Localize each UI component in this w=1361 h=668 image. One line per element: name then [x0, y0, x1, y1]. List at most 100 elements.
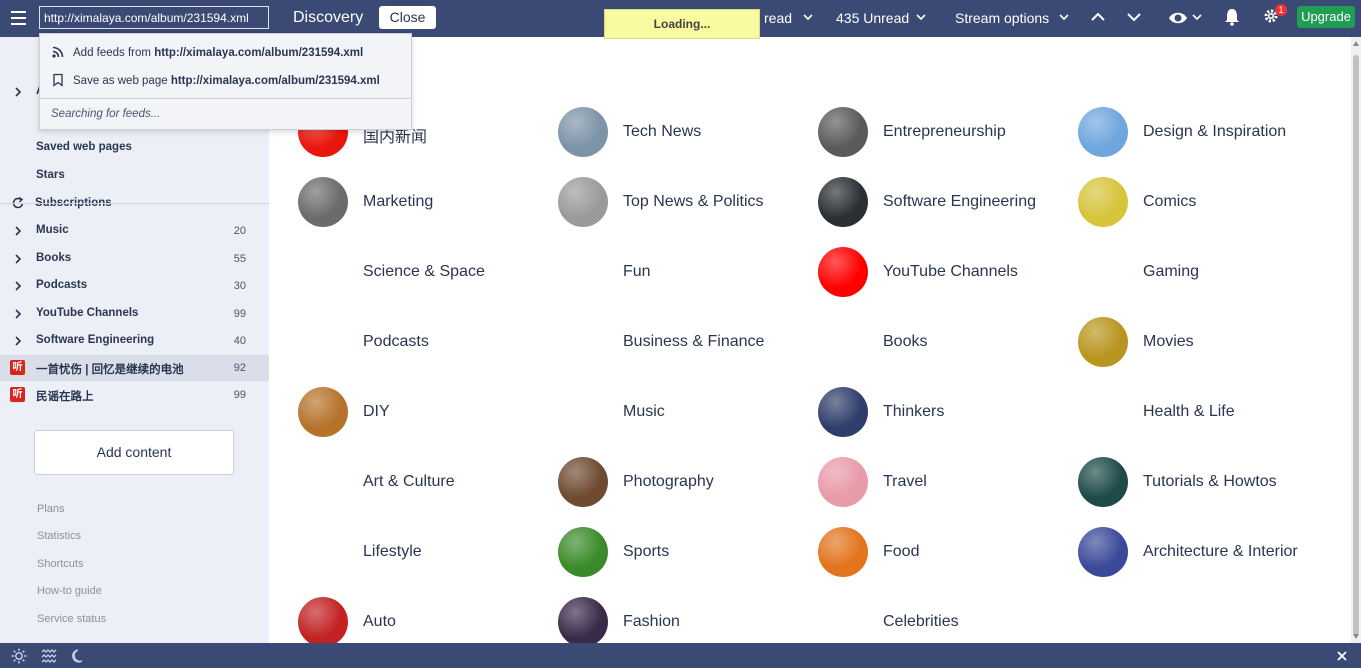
- sidebar-subscriptions-header[interactable]: Subscriptions: [0, 191, 269, 217]
- chevron-down-nav-icon[interactable]: [1125, 8, 1143, 26]
- category-label[interactable]: YouTube Channels: [883, 263, 1018, 281]
- category-tutorials-howtos[interactable]: Tutorials & Howtos: [1078, 457, 1338, 507]
- category-photography[interactable]: Photography: [558, 457, 818, 507]
- category-thumbnail[interactable]: [1078, 317, 1128, 367]
- shortcuts-link[interactable]: Shortcuts: [37, 558, 83, 570]
- category-entrepreneurship[interactable]: Entrepreneurship: [818, 107, 1078, 157]
- main-scrollbar[interactable]: [1351, 37, 1361, 643]
- url-input[interactable]: [39, 6, 269, 29]
- category-label[interactable]: Fun: [623, 263, 651, 281]
- category-thumbnail[interactable]: [818, 177, 868, 227]
- plans-link[interactable]: Plans: [37, 503, 65, 515]
- category-label[interactable]: Lifestyle: [363, 543, 422, 561]
- category-fashion[interactable]: Fashion: [558, 597, 818, 643]
- moon-icon[interactable]: [71, 648, 87, 664]
- category-thumbnail[interactable]: [818, 527, 868, 577]
- scroll-thumb[interactable]: [1353, 55, 1359, 635]
- sidebar-item-saved-web-pages[interactable]: Saved web pages: [0, 135, 269, 161]
- category-label[interactable]: Celebrities: [883, 613, 959, 631]
- category-label[interactable]: Fashion: [623, 613, 680, 631]
- stream-options-button[interactable]: Stream options: [955, 10, 1049, 26]
- category-thumbnail[interactable]: [1078, 177, 1128, 227]
- add-content-button[interactable]: Add content: [34, 430, 234, 475]
- category-fun[interactable]: Fun: [558, 247, 818, 297]
- sidebar-item-software-engineering[interactable]: Software Engineering 40: [0, 328, 269, 354]
- category-software-engineering[interactable]: Software Engineering: [818, 177, 1078, 227]
- category-thumbnail[interactable]: [558, 177, 608, 227]
- close-button[interactable]: Close: [379, 6, 436, 29]
- sidebar-feed-item[interactable]: 听 一首忧伤 | 回忆是继续的电池 92: [0, 355, 269, 381]
- category-business-finance[interactable]: Business & Finance: [558, 317, 818, 367]
- category-movies[interactable]: Movies: [1078, 317, 1338, 367]
- category-label[interactable]: Marketing: [363, 193, 433, 211]
- category-thumbnail[interactable]: [558, 457, 608, 507]
- chevron-right-icon[interactable]: [14, 226, 22, 236]
- category-label[interactable]: Travel: [883, 473, 927, 491]
- sidebar-item-music[interactable]: Music 20: [0, 218, 269, 244]
- category-music[interactable]: Music: [558, 387, 818, 437]
- category-travel[interactable]: Travel: [818, 457, 1078, 507]
- category-thumbnail[interactable]: [298, 177, 348, 227]
- category-thumbnail[interactable]: [818, 107, 868, 157]
- sidebar-feed-item[interactable]: 听 民谣在路上 99: [0, 382, 269, 408]
- category-label[interactable]: Podcasts: [363, 333, 429, 351]
- category-thumbnail[interactable]: [1078, 107, 1128, 157]
- category-art-culture[interactable]: Art & Culture: [298, 457, 558, 507]
- category-thumbnail[interactable]: [818, 457, 868, 507]
- category-label[interactable]: Music: [623, 403, 665, 421]
- category-podcasts[interactable]: Podcasts: [298, 317, 558, 367]
- category-label[interactable]: Sports: [623, 543, 669, 561]
- category-label[interactable]: Auto: [363, 613, 396, 631]
- category-gaming[interactable]: Gaming: [1078, 247, 1338, 297]
- category-marketing[interactable]: Marketing: [298, 177, 558, 227]
- chevron-right-icon[interactable]: [14, 309, 22, 319]
- sidebar-item-youtube-channels[interactable]: YouTube Channels 99: [0, 301, 269, 327]
- category-label[interactable]: Photography: [623, 473, 714, 491]
- category-diy[interactable]: DIY: [298, 387, 558, 437]
- category-label[interactable]: Gaming: [1143, 263, 1199, 281]
- category-comics[interactable]: Comics: [1078, 177, 1338, 227]
- category-label[interactable]: Business & Finance: [623, 333, 764, 351]
- scroll-down-arrow-icon[interactable]: [1353, 634, 1359, 639]
- category-label[interactable]: Thinkers: [883, 403, 944, 421]
- category-thumbnail[interactable]: [298, 597, 348, 643]
- chevron-up-icon[interactable]: [1089, 8, 1107, 26]
- chevron-down-icon[interactable]: [915, 10, 927, 24]
- category-science-space[interactable]: Science & Space: [298, 247, 558, 297]
- category-books[interactable]: Books: [818, 317, 1078, 367]
- category-food[interactable]: Food: [818, 527, 1078, 577]
- upgrade-button[interactable]: Upgrade: [1297, 6, 1355, 28]
- category-label[interactable]: Top News & Politics: [623, 193, 764, 211]
- chevron-right-icon[interactable]: [14, 254, 22, 264]
- category-thinkers[interactable]: Thinkers: [818, 387, 1078, 437]
- chevron-down-icon[interactable]: [802, 10, 814, 24]
- category-auto[interactable]: Auto: [298, 597, 558, 643]
- category-thumbnail[interactable]: [558, 527, 608, 577]
- chevron-right-icon[interactable]: [14, 336, 22, 346]
- sun-icon[interactable]: [11, 648, 27, 664]
- category-top-news-politics[interactable]: Top News & Politics: [558, 177, 818, 227]
- category-thumbnail[interactable]: [298, 387, 348, 437]
- category-label[interactable]: Design & Inspiration: [1143, 123, 1286, 141]
- chevron-right-icon[interactable]: [14, 281, 22, 291]
- category-celebrities[interactable]: Celebrities: [818, 597, 1078, 643]
- statistics-link[interactable]: Statistics: [37, 530, 81, 542]
- save-web-page-option[interactable]: Save as web page http://ximalaya.com/alb…: [40, 66, 411, 94]
- scroll-up-arrow-icon[interactable]: [1353, 41, 1359, 46]
- chevron-down-icon[interactable]: [1058, 10, 1070, 24]
- category-design-inspiration[interactable]: Design & Inspiration: [1078, 107, 1338, 157]
- category-label[interactable]: Science & Space: [363, 263, 485, 281]
- category-thumbnail[interactable]: [1078, 457, 1128, 507]
- category-architecture-interior[interactable]: Architecture & Interior: [1078, 527, 1338, 577]
- chevron-down-icon[interactable]: [1191, 10, 1203, 24]
- category-label[interactable]: Books: [883, 333, 927, 351]
- sidebar-item-stars[interactable]: Stars: [0, 163, 269, 189]
- category-label[interactable]: Art & Culture: [363, 473, 455, 491]
- read-filter-label[interactable]: read: [764, 10, 792, 26]
- category-thumbnail[interactable]: [1078, 527, 1128, 577]
- sidebar-item-podcasts[interactable]: Podcasts 30: [0, 273, 269, 299]
- service-status-link[interactable]: Service status: [37, 613, 106, 625]
- eye-icon[interactable]: [1168, 8, 1188, 28]
- category-thumbnail[interactable]: [818, 387, 868, 437]
- category-label[interactable]: Tutorials & Howtos: [1143, 473, 1277, 491]
